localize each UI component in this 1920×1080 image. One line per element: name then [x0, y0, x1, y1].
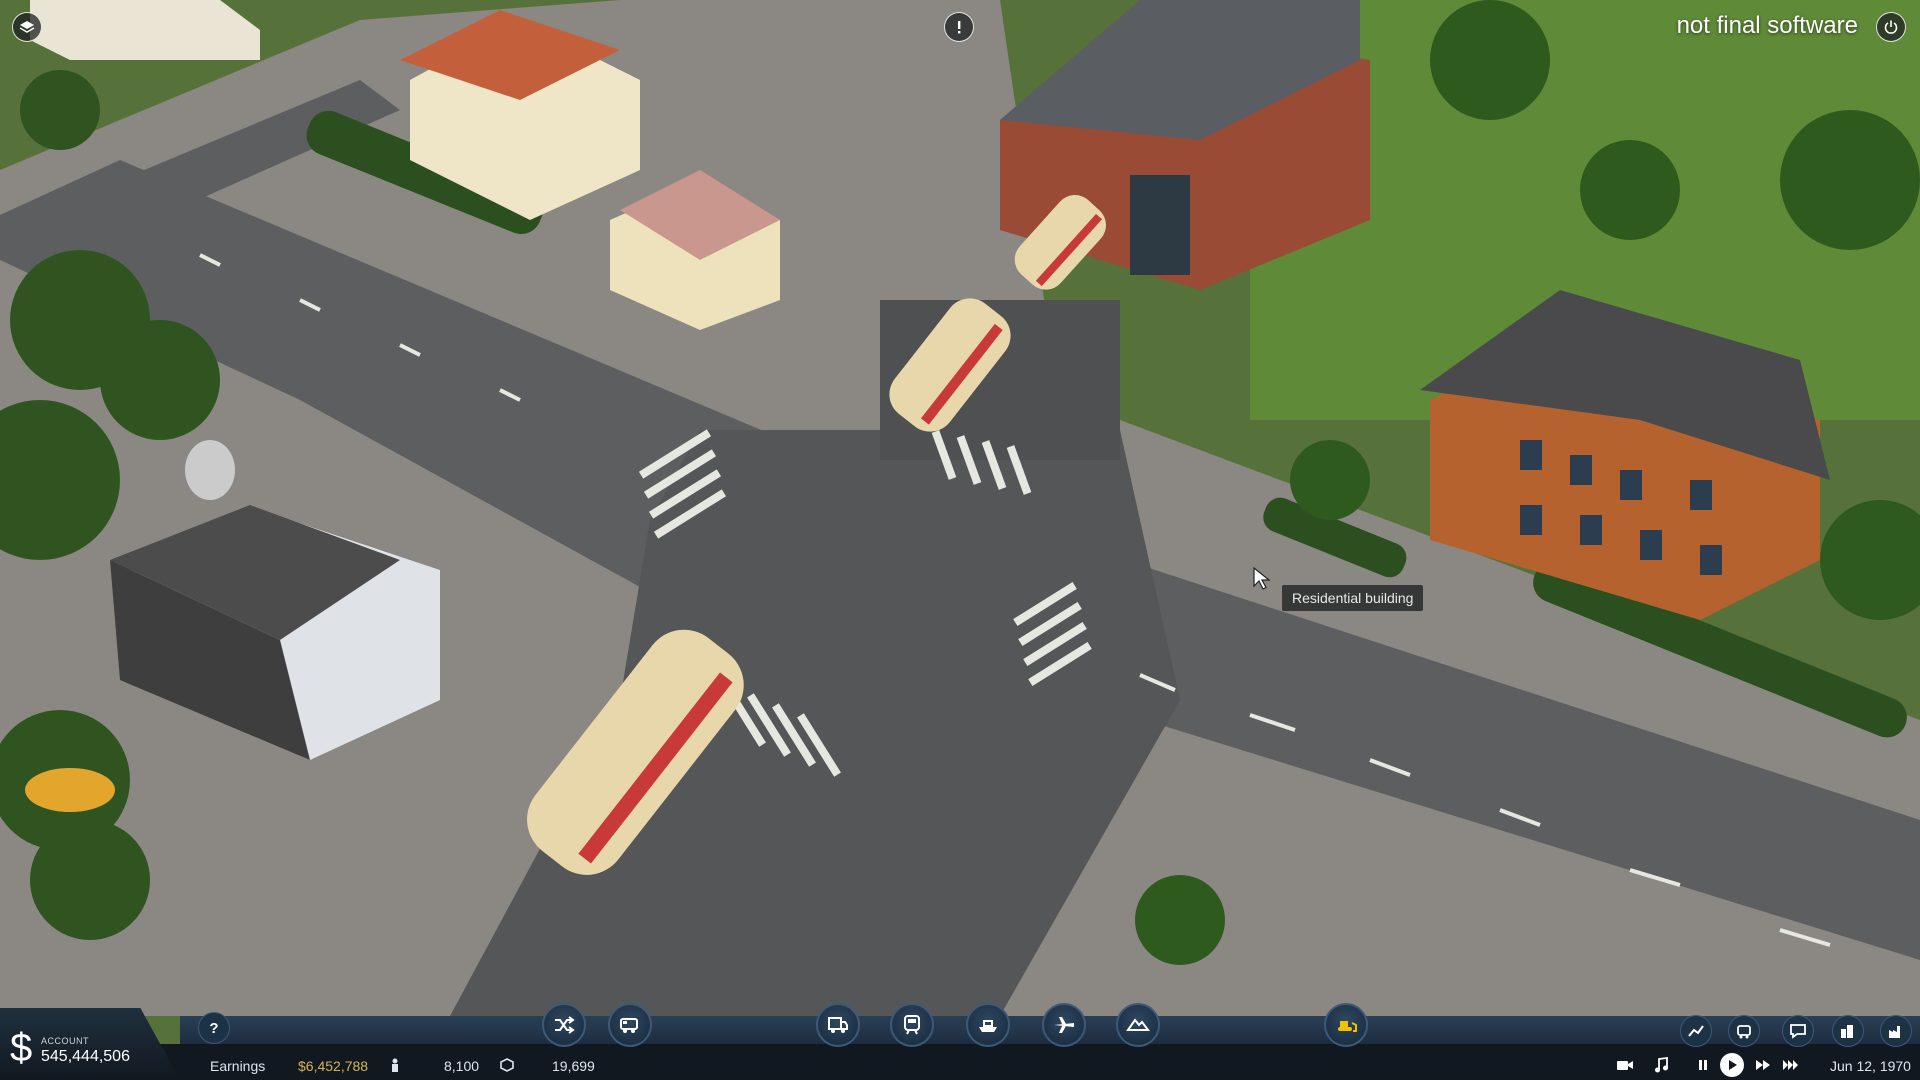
- plane-icon[interactable]: [1042, 1003, 1086, 1047]
- shuffle-icon[interactable]: [542, 1003, 586, 1047]
- alert-icon[interactable]: [944, 12, 974, 42]
- fastest-forward-icon[interactable]: [1782, 1056, 1800, 1074]
- messages-icon[interactable]: [1782, 1015, 1814, 1047]
- dollar-icon: $: [10, 1026, 33, 1070]
- earnings-value: $6,452,788: [298, 1058, 369, 1074]
- ship-icon[interactable]: [966, 1003, 1010, 1047]
- bus-icon[interactable]: [608, 1003, 652, 1047]
- music-icon[interactable]: [1652, 1056, 1670, 1074]
- population-icon: [386, 1056, 404, 1074]
- help-icon[interactable]: ?: [198, 1012, 230, 1044]
- svg-text:?: ?: [209, 1020, 218, 1037]
- bulldozer-icon[interactable]: [1324, 1003, 1368, 1047]
- game-date: Jun 12, 1970: [1830, 1058, 1911, 1074]
- pause-icon[interactable]: [1694, 1056, 1712, 1074]
- tooltip: Residential building: [1282, 585, 1424, 611]
- town-icon[interactable]: [1832, 1015, 1864, 1047]
- truck-icon[interactable]: [816, 1003, 860, 1047]
- vehicle-list-icon[interactable]: [1728, 1015, 1760, 1047]
- play-icon[interactable]: [1720, 1053, 1744, 1077]
- power-icon[interactable]: [1876, 12, 1906, 42]
- camera-icon[interactable]: [1616, 1056, 1634, 1074]
- cargo-icon: [498, 1056, 516, 1074]
- cargo-value: 19,699: [552, 1058, 595, 1074]
- account-value: 545,444,506: [41, 1048, 130, 1065]
- earnings-label: Earnings: [210, 1058, 266, 1074]
- industry-icon[interactable]: [1880, 1015, 1912, 1047]
- game-viewport[interactable]: [0, 0, 1920, 1080]
- layers-icon[interactable]: [12, 12, 42, 42]
- graph-icon[interactable]: [1680, 1015, 1712, 1047]
- train-icon[interactable]: [890, 1003, 934, 1047]
- population-value: 8,100: [444, 1058, 480, 1074]
- fast-forward-icon[interactable]: [1754, 1056, 1772, 1074]
- mouse-cursor: [1253, 566, 1271, 590]
- watermark-text: not final software: [1676, 12, 1858, 39]
- terrain-icon[interactable]: [1116, 1003, 1160, 1047]
- account-label: ACCOUNT: [41, 1036, 89, 1046]
